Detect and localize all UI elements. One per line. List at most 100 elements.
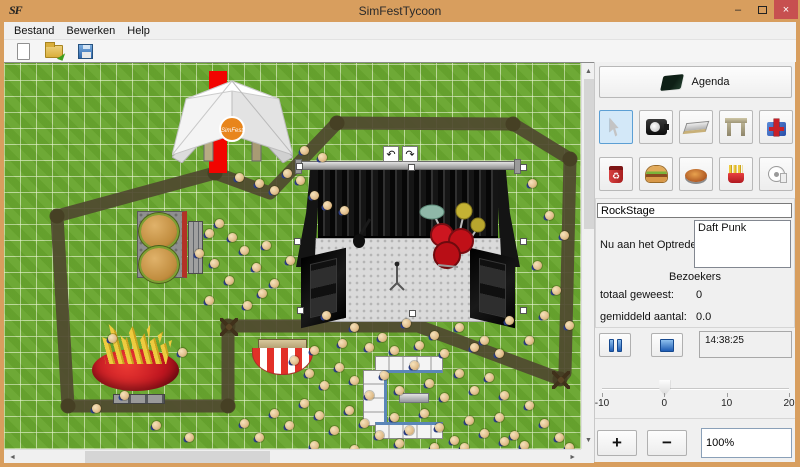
food-stall[interactable]: [252, 339, 313, 375]
visitor: [540, 419, 549, 428]
burger-bottom: [141, 248, 177, 281]
clock-display: 14:38:25: [699, 331, 792, 358]
tool-toilet-button[interactable]: [759, 157, 793, 191]
fries-fan: [100, 324, 172, 364]
pause-button[interactable]: [599, 333, 631, 357]
stop-button[interactable]: [651, 333, 683, 357]
titlebar: SF SimFestTycoon – ×: [0, 0, 800, 22]
tool-select-button[interactable]: [599, 110, 633, 144]
rotate-cw-button[interactable]: ↷: [402, 146, 418, 162]
selection-handle[interactable]: [520, 307, 527, 314]
visitor: [270, 186, 279, 195]
bench[interactable]: [188, 221, 203, 274]
tool-burger-button[interactable]: [639, 157, 673, 191]
festival-map[interactable]: SimFest: [4, 63, 581, 449]
visitor: [510, 431, 519, 440]
visitor: [450, 436, 459, 445]
stop-icon: [660, 339, 674, 352]
selection-handle[interactable]: [297, 307, 304, 314]
visitor: [495, 349, 504, 358]
tool-stage-button[interactable]: [679, 110, 713, 144]
visitor: [565, 443, 574, 449]
visitor: [215, 219, 224, 228]
tool-pizza-button[interactable]: [679, 157, 713, 191]
drum-kit: [414, 199, 486, 271]
visitor: [323, 201, 332, 210]
scroll-up-icon[interactable]: ▲: [585, 68, 592, 75]
menu-bewerken[interactable]: Bewerken: [60, 23, 121, 39]
zoom-out-button[interactable]: −: [647, 430, 687, 456]
maximize-button[interactable]: [750, 0, 774, 19]
map-horizontal-scrollbar[interactable]: ◄ ►: [4, 449, 581, 463]
new-file-button[interactable]: [12, 41, 34, 61]
now-playing-list[interactable]: Daft Punk: [694, 220, 791, 268]
visitor: [270, 409, 279, 418]
selection-handle[interactable]: [296, 163, 303, 170]
visitor: [205, 229, 214, 238]
visitor: [480, 336, 489, 345]
tool-spotlight-button[interactable]: [639, 110, 673, 144]
menu-help[interactable]: Help: [121, 23, 156, 39]
visitors-avg-value: 0.0: [696, 311, 711, 323]
map-vertical-scrollbar[interactable]: ▲ ▼: [581, 63, 594, 449]
guitar: [352, 217, 374, 249]
visitor: [485, 373, 494, 382]
horizontal-scroll-thumb[interactable]: [85, 451, 270, 463]
fries-stand[interactable]: [92, 324, 179, 391]
slider-tick: [664, 393, 665, 397]
menu-bestand[interactable]: Bestand: [8, 23, 60, 39]
visitor: [300, 146, 309, 155]
slider-track[interactable]: [602, 388, 789, 390]
slider-tick: [727, 393, 728, 397]
tent-graphic: SimFest: [172, 77, 293, 163]
burger-stand[interactable]: [137, 211, 187, 278]
selection-handle[interactable]: [294, 238, 301, 245]
visitor: [310, 191, 319, 200]
tool-gift-button[interactable]: [759, 110, 793, 144]
visitor: [228, 233, 237, 242]
visitor: [365, 343, 374, 352]
spotlight-icon: [646, 119, 667, 135]
tool-truss-button[interactable]: [719, 110, 753, 144]
visitor: [455, 323, 464, 332]
selection-handle[interactable]: [520, 164, 527, 171]
visitor: [470, 386, 479, 395]
selection-handle[interactable]: [408, 164, 415, 171]
agenda-book-icon: [660, 73, 684, 90]
visitor: [360, 419, 369, 428]
scroll-down-icon[interactable]: ▼: [585, 437, 592, 444]
now-playing-label: Nu aan het Optreden:: [600, 239, 706, 251]
stage[interactable]: [296, 151, 520, 331]
minimize-button[interactable]: –: [726, 0, 750, 19]
zoom-in-button[interactable]: +: [597, 430, 637, 456]
visitors-avg-label: gemiddeld aantal:: [600, 311, 687, 323]
truss-icon: [725, 118, 747, 136]
rotate-ccw-button[interactable]: ↶: [383, 146, 399, 162]
entrance-tent[interactable]: SimFest: [172, 77, 293, 163]
visitor: [528, 179, 537, 188]
vertical-scroll-thumb[interactable]: [584, 79, 594, 229]
agenda-label: Agenda: [692, 76, 730, 88]
visitor: [240, 246, 249, 255]
visitor: [243, 301, 252, 310]
visitor: [410, 361, 419, 370]
agenda-button[interactable]: Agenda: [599, 66, 792, 98]
scroll-right-icon[interactable]: ►: [569, 454, 576, 461]
visitor: [252, 263, 261, 272]
tent-logo-text: SimFest: [221, 128, 243, 134]
selection-handle[interactable]: [409, 310, 416, 317]
scroll-left-icon[interactable]: ◄: [9, 454, 16, 461]
zoom-level-field[interactable]: [701, 428, 792, 458]
tool-trash-button[interactable]: [599, 157, 633, 191]
visitor: [205, 296, 214, 305]
slider-label: 20: [783, 398, 794, 409]
close-button[interactable]: ×: [774, 0, 798, 19]
tool-fries-button[interactable]: [719, 157, 753, 191]
pause-icon: [609, 339, 614, 352]
open-file-button[interactable]: [43, 41, 65, 61]
slider-label: 0: [662, 398, 668, 409]
selection-handle[interactable]: [520, 238, 527, 245]
save-button[interactable]: [74, 41, 96, 61]
open-folder-icon: [45, 45, 63, 58]
visitor: [425, 379, 434, 388]
